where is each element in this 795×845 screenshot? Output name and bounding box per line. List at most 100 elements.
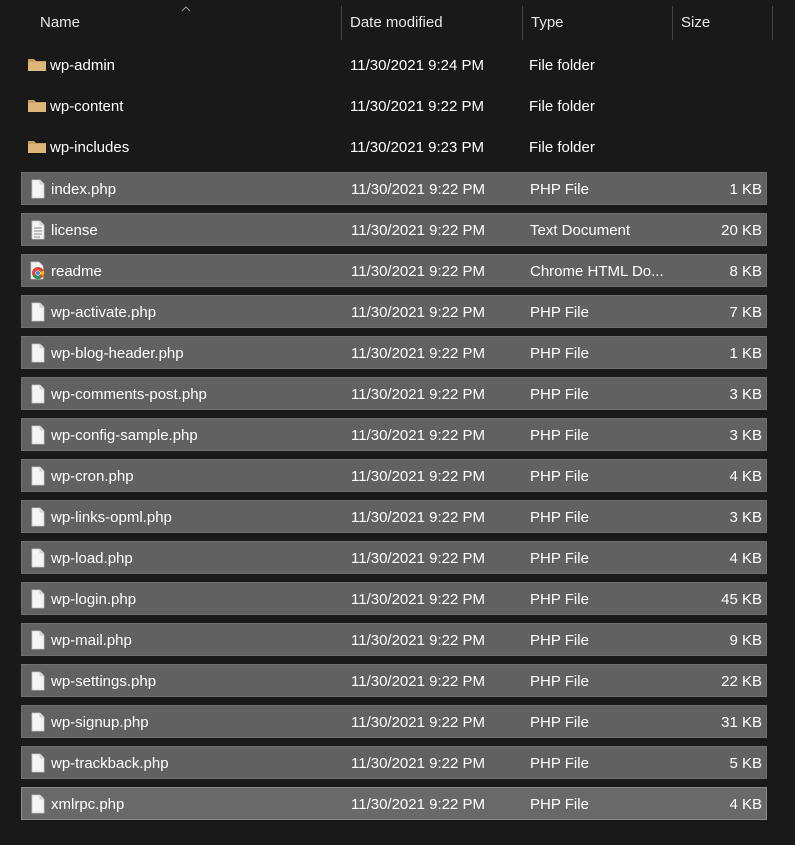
file-size: 1 KB <box>729 345 762 362</box>
folder-icon <box>27 137 47 157</box>
chrome-html-icon <box>28 261 48 281</box>
file-date-modified: 11/30/2021 9:22 PM <box>351 673 485 690</box>
folder-row[interactable]: wp-includes 11/30/2021 9:23 PM File folder <box>21 131 767 164</box>
file-row[interactable]: wp-activate.php 11/30/2021 9:22 PM PHP Fil… <box>21 295 767 328</box>
file-date-modified: 11/30/2021 9:22 PM <box>351 386 485 403</box>
folder-icon <box>27 96 47 116</box>
file-date-modified: 11/30/2021 9:22 PM <box>351 263 485 280</box>
file-size: 22 KB <box>721 673 762 690</box>
file-icon <box>28 712 48 732</box>
file-row[interactable]: wp-signup.php 11/30/2021 9:22 PM PHP File 3… <box>21 705 767 738</box>
column-header-size-label: Size <box>681 14 711 31</box>
file-date-modified: 11/30/2021 9:22 PM <box>351 181 485 198</box>
column-header-bar: Name Date modified Type Size <box>0 0 795 44</box>
file-name: wp-cron.php <box>51 468 134 485</box>
file-size: 8 KB <box>729 263 762 280</box>
folder-row[interactable]: wp-admin 11/30/2021 9:24 PM File folder <box>21 49 767 82</box>
file-size: 31 KB <box>721 714 762 731</box>
file-name: wp-comments-post.php <box>51 386 207 403</box>
file-name: wp-admin <box>50 57 116 74</box>
file-row[interactable]: wp-blog-header.php 11/30/2021 9:22 PM PHP … <box>21 336 767 369</box>
file-name: wp-load.php <box>51 550 133 567</box>
file-row[interactable]: wp-load.php 11/30/2021 9:22 PM PHP File 4 K… <box>21 541 767 574</box>
file-date-modified: 11/30/2021 9:22 PM <box>351 304 485 321</box>
folder-row[interactable]: wp-content 11/30/2021 9:22 PM File folder <box>21 90 767 123</box>
file-type: PHP File <box>530 427 589 444</box>
file-type: File folder <box>529 57 595 74</box>
file-icon <box>28 343 48 363</box>
file-explorer-details-view: Name Date modified Type Size wp-admin 11/… <box>0 0 795 845</box>
file-icon <box>28 671 48 691</box>
file-type: PHP File <box>530 714 589 731</box>
file-date-modified: 11/30/2021 9:22 PM <box>350 98 484 115</box>
file-row[interactable]: wp-config-sample.php 11/30/2021 9:22 PM PH… <box>21 418 767 451</box>
file-row[interactable]: readme 11/30/2021 9:22 PM Chrome HTML Do..… <box>21 254 767 287</box>
file-type: PHP File <box>530 509 589 526</box>
column-divider[interactable] <box>772 6 773 40</box>
file-size: 3 KB <box>729 386 762 403</box>
file-size: 4 KB <box>729 550 762 567</box>
file-icon <box>28 302 48 322</box>
file-name: wp-settings.php <box>51 673 157 690</box>
file-type: Text Document <box>530 222 631 239</box>
file-row[interactable]: wp-links-opml.php 11/30/2021 9:22 PM PHP F… <box>21 500 767 533</box>
file-icon <box>28 548 48 568</box>
file-icon <box>28 384 48 404</box>
file-icon <box>28 589 48 609</box>
file-row[interactable]: wp-trackback.php 11/30/2021 9:22 PM PHP Fi… <box>21 746 767 779</box>
file-type: PHP File <box>530 591 589 608</box>
file-type: PHP File <box>530 304 589 321</box>
file-type: PHP File <box>530 673 589 690</box>
column-header-size[interactable]: Size <box>673 0 772 44</box>
file-name: wp-includes <box>50 139 130 156</box>
file-row[interactable]: index.php 11/30/2021 9:22 PM PHP File 1 KB <box>21 172 767 205</box>
column-header-date-label: Date modified <box>350 14 443 31</box>
file-type: PHP File <box>530 386 589 403</box>
file-name: wp-trackback.php <box>51 755 169 772</box>
text-document-icon <box>28 220 48 240</box>
file-date-modified: 11/30/2021 9:24 PM <box>350 57 484 74</box>
column-header-name-label: Name <box>40 14 81 31</box>
file-name: wp-links-opml.php <box>51 509 172 526</box>
file-date-modified: 11/30/2021 9:22 PM <box>351 468 485 485</box>
file-type: PHP File <box>530 632 589 649</box>
file-row[interactable]: wp-settings.php 11/30/2021 9:22 PM PHP Fil… <box>21 664 767 697</box>
file-name: wp-content <box>50 98 124 115</box>
file-icon <box>28 466 48 486</box>
file-size: 3 KB <box>729 427 762 444</box>
file-name: wp-mail.php <box>51 632 132 649</box>
file-name: xmlrpc.php <box>51 796 125 813</box>
file-date-modified: 11/30/2021 9:22 PM <box>351 427 485 444</box>
column-header-type[interactable]: Type <box>523 0 672 44</box>
file-date-modified: 11/30/2021 9:22 PM <box>351 714 485 731</box>
column-header-date[interactable]: Date modified <box>342 0 522 44</box>
file-name: wp-login.php <box>51 591 137 608</box>
file-date-modified: 11/30/2021 9:22 PM <box>351 345 485 362</box>
file-row[interactable]: wp-mail.php 11/30/2021 9:22 PM PHP File 9 K… <box>21 623 767 656</box>
file-type: Chrome HTML Do... <box>530 263 664 280</box>
file-icon <box>28 794 48 814</box>
file-date-modified: 11/30/2021 9:22 PM <box>351 222 485 239</box>
file-size: 4 KB <box>729 796 762 813</box>
file-type: File folder <box>529 139 595 156</box>
file-icon <box>28 425 48 445</box>
file-size: 3 KB <box>729 509 762 526</box>
column-header-type-label: Type <box>531 14 564 31</box>
file-icon <box>28 630 48 650</box>
file-row[interactable]: license 11/30/2021 9:22 PM Text Document 20… <box>21 213 767 246</box>
file-row[interactable]: wp-cron.php 11/30/2021 9:22 PM PHP File 4 K… <box>21 459 767 492</box>
file-row[interactable]: xmlrpc.php 11/30/2021 9:22 PM PHP File 4 KB <box>21 787 767 820</box>
file-type: PHP File <box>530 550 589 567</box>
file-row[interactable]: wp-login.php 11/30/2021 9:22 PM PHP File 45… <box>21 582 767 615</box>
file-type: PHP File <box>530 181 589 198</box>
file-icon <box>28 753 48 773</box>
file-name: readme <box>51 263 102 280</box>
file-size: 7 KB <box>729 304 762 321</box>
file-size: 1 KB <box>729 181 762 198</box>
file-size: 4 KB <box>729 468 762 485</box>
file-row[interactable]: wp-comments-post.php 11/30/2021 9:22 PM PH… <box>21 377 767 410</box>
file-name: license <box>51 222 98 239</box>
file-type: PHP File <box>530 755 589 772</box>
file-size: 9 KB <box>729 632 762 649</box>
file-name: wp-config-sample.php <box>51 427 198 444</box>
